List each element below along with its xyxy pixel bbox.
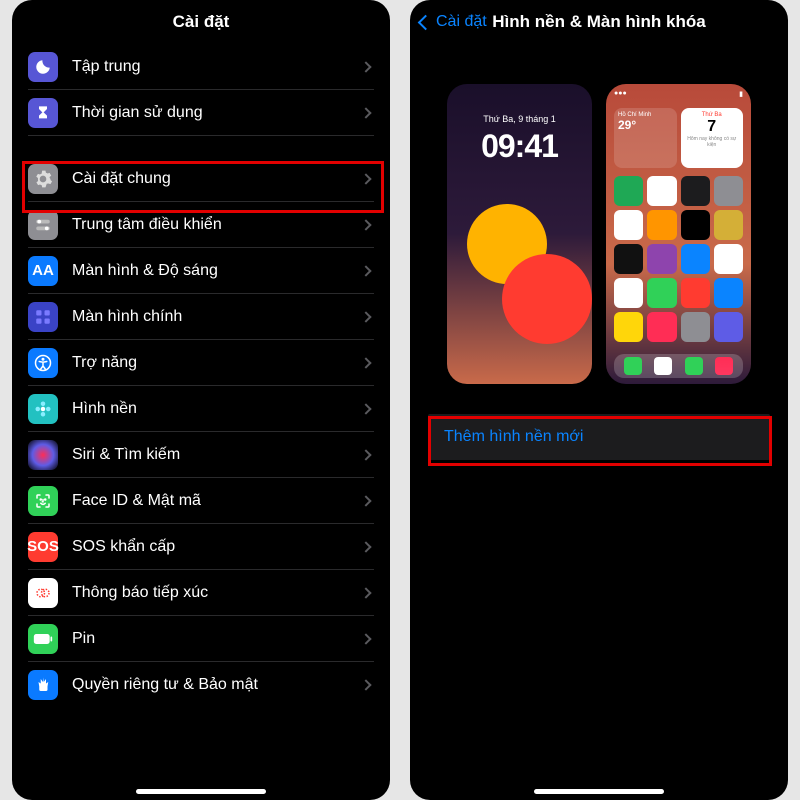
chevron-right-icon: [360, 403, 371, 414]
wallpaper-screen: Cài đặt Hình nền & Màn hình khóa Thứ Ba,…: [410, 0, 788, 800]
chevron-right-icon: [360, 311, 371, 322]
row-control-center[interactable]: Trung tâm điều khiển: [28, 202, 374, 248]
accessibility-icon: [28, 348, 58, 378]
chevron-right-icon: [360, 173, 371, 184]
text-size-icon: AA: [28, 256, 58, 286]
row-label: Thông báo tiếp xúc: [72, 584, 362, 602]
row-label: Siri & Tìm kiếm: [72, 446, 362, 464]
row-privacy[interactable]: Quyền riêng tư & Bảo mật: [28, 662, 374, 708]
wallpaper-preview-pair: Thứ Ba, 9 tháng 1 09:41 ●●●▮ Hồ Chí Minh…: [440, 84, 758, 384]
row-label: Thời gian sử dụng: [72, 104, 362, 122]
dock: [614, 354, 743, 378]
widgets: Hồ Chí Minh 29° Thứ Ba 7 Hôm nay không c…: [614, 108, 743, 168]
status-bar: ●●●▮: [614, 90, 743, 98]
home-screen-preview[interactable]: ●●●▮ Hồ Chí Minh 29° Thứ Ba 7 Hôm nay kh…: [606, 84, 751, 384]
chevron-right-icon: [360, 633, 371, 644]
chevron-right-icon: [360, 107, 371, 118]
settings-list: Tập trung Thời gian sử dụng Cài đặt chun…: [12, 44, 390, 708]
sos-icon: SOS: [28, 532, 58, 562]
app-grid: [614, 176, 743, 354]
row-label: Tập trung: [72, 58, 362, 76]
chevron-right-icon: [360, 587, 371, 598]
row-label: Màn hình chính: [72, 308, 362, 326]
hourglass-icon: [28, 98, 58, 128]
home-indicator[interactable]: [534, 789, 664, 794]
app-grid-icon: [28, 302, 58, 332]
row-general[interactable]: Cài đặt chung: [28, 156, 374, 202]
chevron-left-icon: [418, 14, 434, 30]
lock-time: 09:41: [447, 128, 592, 165]
calendar-widget: Thứ Ba 7 Hôm nay không có sự kiện: [681, 108, 744, 168]
row-label: Cài đặt chung: [72, 170, 362, 188]
chevron-right-icon: [360, 357, 371, 368]
lock-screen-preview[interactable]: Thứ Ba, 9 tháng 1 09:41: [447, 84, 592, 384]
chevron-right-icon: [360, 219, 371, 230]
chevron-right-icon: [360, 449, 371, 460]
row-sos[interactable]: SOS SOS khẩn cấp: [28, 524, 374, 570]
row-label: Face ID & Mật mã: [72, 492, 362, 510]
weather-widget: Hồ Chí Minh 29°: [614, 108, 677, 168]
chevron-right-icon: [360, 541, 371, 552]
chevron-right-icon: [360, 61, 371, 72]
wallpaper-art: [457, 194, 582, 374]
flower-icon: [28, 394, 58, 424]
row-siri[interactable]: Siri & Tìm kiếm: [28, 432, 374, 478]
row-screentime[interactable]: Thời gian sử dụng: [28, 90, 374, 136]
row-focus[interactable]: Tập trung: [28, 44, 374, 90]
toggles-icon: [28, 210, 58, 240]
row-label: SOS khẩn cấp: [72, 538, 362, 556]
moon-icon: [28, 52, 58, 82]
row-accessibility[interactable]: Trợ năng: [28, 340, 374, 386]
header: Cài đặt Hình nền & Màn hình khóa: [410, 0, 788, 44]
lock-date: Thứ Ba, 9 tháng 1: [447, 114, 592, 124]
chevron-right-icon: [360, 495, 371, 506]
row-wallpaper[interactable]: Hình nền: [28, 386, 374, 432]
faceid-icon: [28, 486, 58, 516]
row-home-screen[interactable]: Màn hình chính: [28, 294, 374, 340]
add-wallpaper-label: Thêm hình nền mới: [444, 428, 583, 445]
battery-icon: [28, 624, 58, 654]
add-wallpaper-button[interactable]: Thêm hình nền mới: [428, 414, 770, 460]
gear-icon: [28, 164, 58, 194]
row-display[interactable]: AA Màn hình & Độ sáng: [28, 248, 374, 294]
row-label: Pin: [72, 630, 362, 648]
back-label: Cài đặt: [436, 13, 487, 31]
hand-icon: [28, 670, 58, 700]
page-title: Hình nền & Màn hình khóa: [492, 12, 705, 32]
row-exposure[interactable]: Thông báo tiếp xúc: [28, 570, 374, 616]
settings-screen: Cài đặt Tập trung Thời gian sử dụng Cài …: [12, 0, 390, 800]
row-label: Hình nền: [72, 400, 362, 418]
exposure-icon: [28, 578, 58, 608]
page-title: Cài đặt: [173, 12, 230, 32]
home-indicator[interactable]: [136, 789, 266, 794]
row-label: Trung tâm điều khiển: [72, 216, 362, 234]
row-faceid[interactable]: Face ID & Mật mã: [28, 478, 374, 524]
back-button[interactable]: Cài đặt: [420, 13, 487, 31]
chevron-right-icon: [360, 679, 371, 690]
row-label: Quyền riêng tư & Bảo mật: [72, 676, 362, 694]
row-label: Trợ năng: [72, 354, 362, 372]
row-battery[interactable]: Pin: [28, 616, 374, 662]
siri-icon: [28, 440, 58, 470]
header: Cài đặt: [12, 0, 390, 44]
chevron-right-icon: [360, 265, 371, 276]
row-label: Màn hình & Độ sáng: [72, 262, 362, 280]
